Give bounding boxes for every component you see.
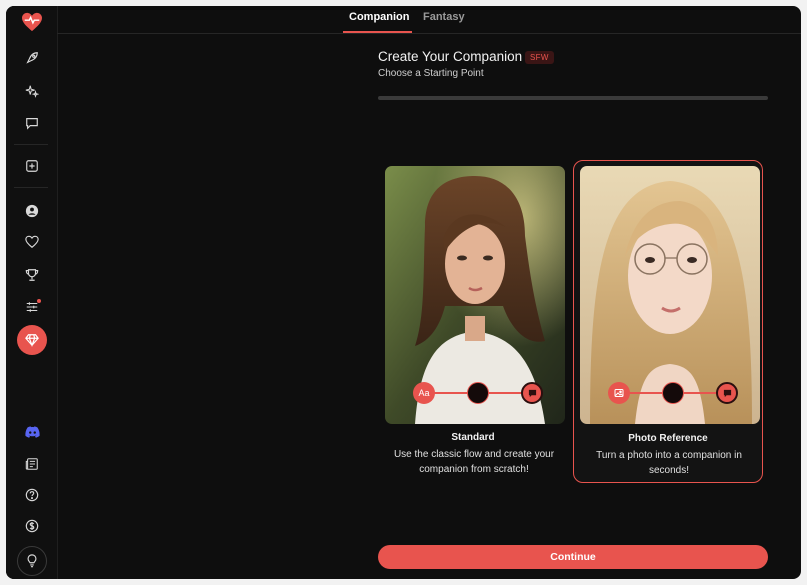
active-tab-indicator	[343, 31, 412, 33]
sidebar-divider	[14, 187, 48, 188]
notification-dot	[37, 299, 41, 303]
photo-reference-option-card[interactable]: Photo Reference Turn a photo into a comp…	[573, 160, 763, 483]
chat-icon[interactable]	[18, 109, 46, 137]
heart-pulse-icon[interactable]	[20, 10, 44, 34]
standard-flow-indicator: Aa	[413, 382, 543, 404]
dollar-icon[interactable]	[18, 512, 46, 540]
trophy-icon[interactable]	[18, 261, 46, 289]
tab-fantasy[interactable]: Fantasy	[423, 11, 465, 23]
plus-square-icon[interactable]	[18, 152, 46, 180]
diamond-icon[interactable]	[17, 325, 47, 355]
sparkles-icon[interactable]	[18, 77, 46, 105]
sfw-badge[interactable]: SFW	[525, 51, 554, 64]
photo-flow-indicator	[608, 382, 738, 404]
image-icon	[608, 382, 630, 404]
photo-reference-portrait-image	[580, 166, 760, 424]
progress-bar	[378, 96, 768, 100]
help-icon[interactable]	[18, 481, 46, 509]
standard-option-card[interactable]: Aa Standard Use the classic flow and cre…	[379, 160, 567, 481]
sidebar	[6, 6, 58, 579]
page-subtitle: Choose a Starting Point	[378, 68, 484, 79]
heart-icon[interactable]	[18, 228, 46, 256]
rocket-icon[interactable]	[18, 44, 46, 72]
app-window: Companion Fantasy Create Your Companion …	[6, 6, 801, 579]
newspaper-icon[interactable]	[18, 450, 46, 478]
top-tabs: Companion Fantasy	[57, 6, 801, 34]
discord-icon[interactable]	[18, 418, 46, 446]
standard-portrait-image: Aa	[385, 166, 565, 424]
continue-button[interactable]: Continue	[378, 545, 768, 569]
page-title: Create Your Companion	[378, 49, 523, 64]
flow-step-circle	[662, 382, 684, 404]
sliders-icon[interactable]	[18, 293, 46, 321]
lightbulb-icon[interactable]	[17, 546, 47, 576]
text-style-icon: Aa	[413, 382, 435, 404]
chat-bubble-icon	[521, 382, 543, 404]
user-icon[interactable]	[18, 197, 46, 225]
sidebar-divider	[14, 144, 48, 145]
chat-bubble-icon	[716, 382, 738, 404]
photo-reference-card-description: Turn a photo into a companion in seconds…	[596, 450, 742, 476]
standard-card-title: Standard	[451, 432, 495, 443]
tab-companion[interactable]: Companion	[349, 11, 410, 23]
flow-step-circle	[467, 382, 489, 404]
standard-card-description: Use the classic flow and create your com…	[393, 449, 555, 475]
photo-reference-card-title: Photo Reference	[628, 433, 708, 444]
